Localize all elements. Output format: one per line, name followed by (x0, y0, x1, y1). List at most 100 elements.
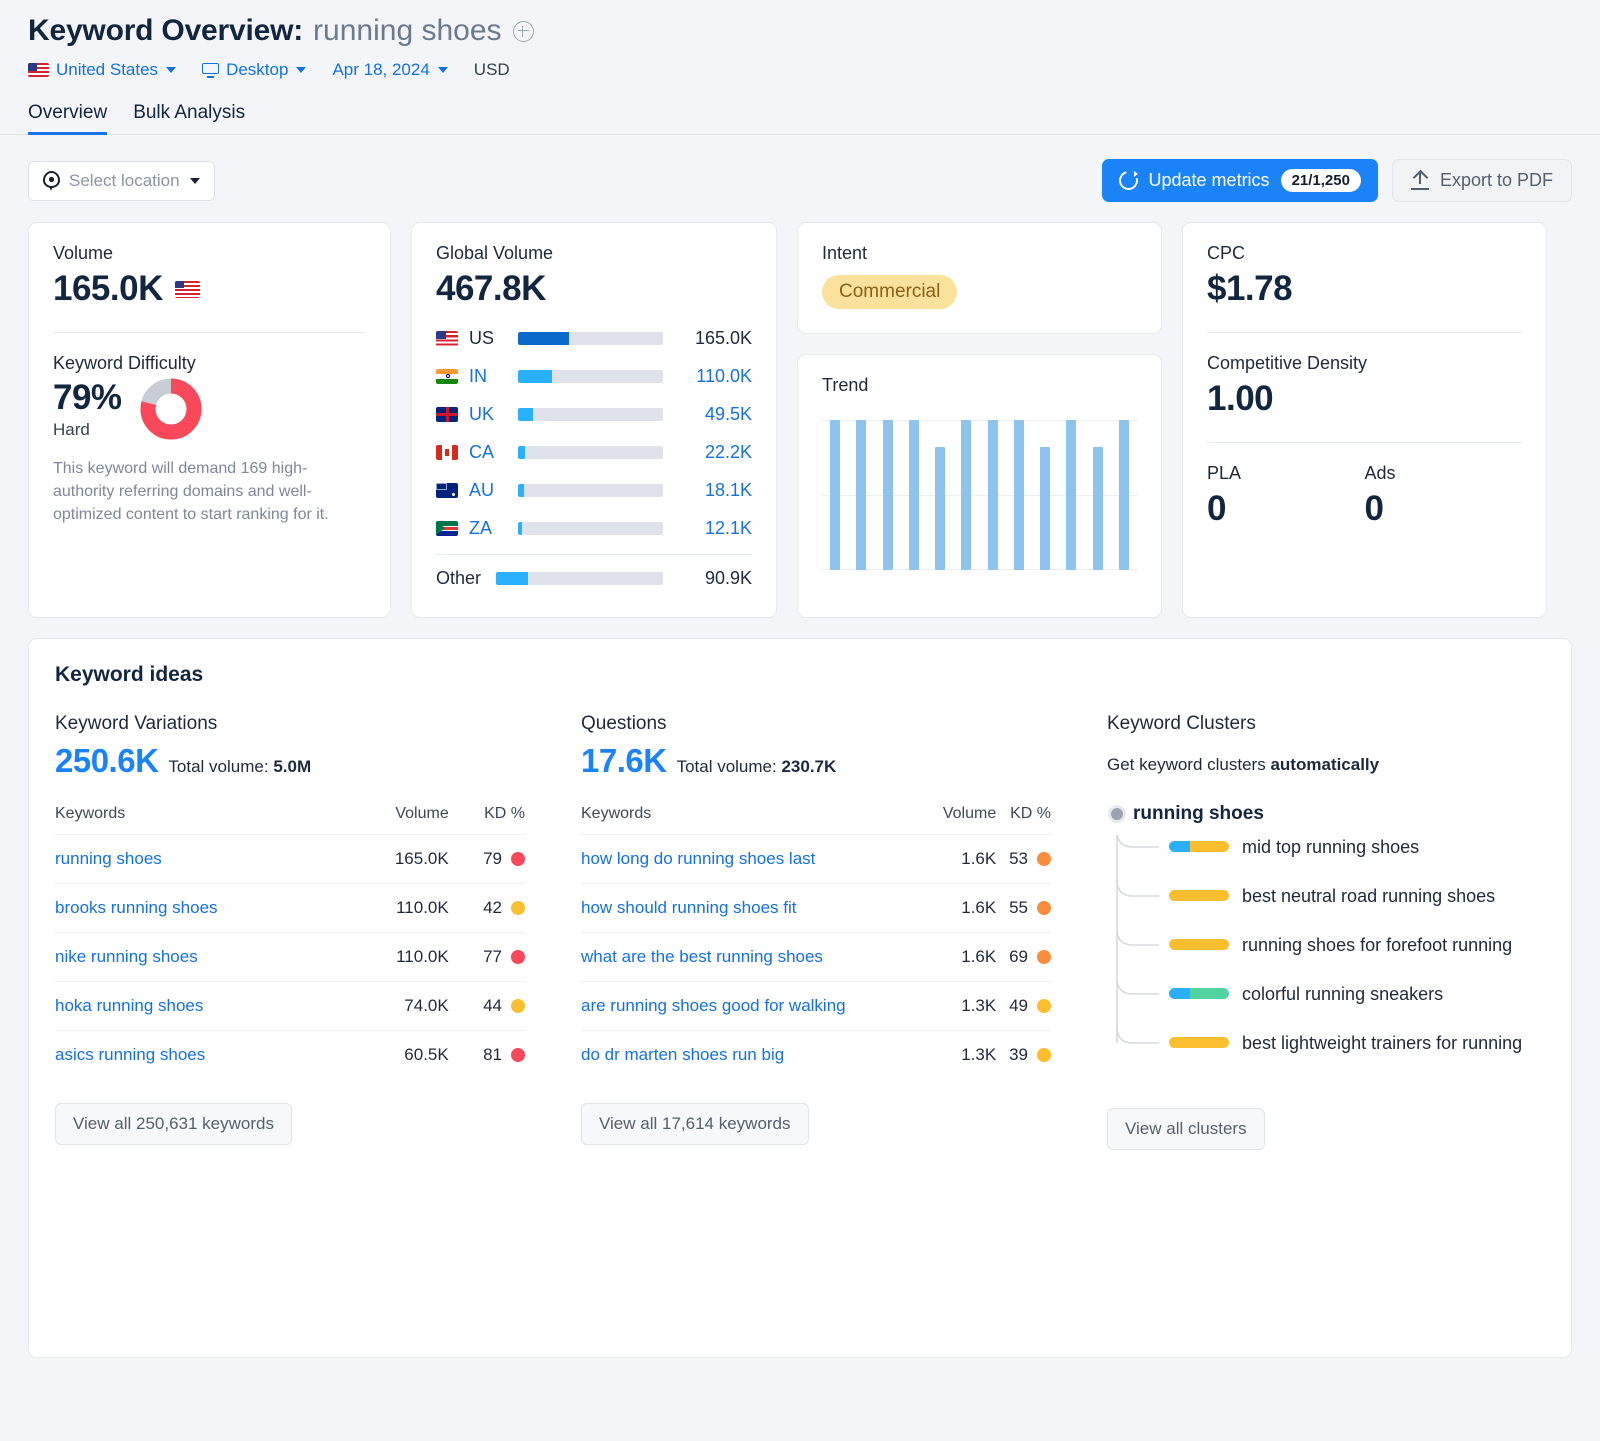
tab-overview[interactable]: Overview (28, 102, 108, 135)
global-volume-row[interactable]: ZA 12.1K (436, 509, 752, 547)
kd-status-dot-icon (1037, 901, 1051, 915)
kd-status-dot-icon (511, 950, 525, 964)
clusters-tree: running shoes mid top running shoes best … (1107, 803, 1545, 1080)
questions-summary: 17.6K Total volume: 230.7K (581, 742, 1051, 780)
keyword-overview-page: Keyword Overview: running shoes United S… (0, 0, 1600, 1441)
country-volume-value: 12.1K (704, 517, 752, 538)
view-all-questions-button[interactable]: View all 17,614 keywords (581, 1103, 809, 1145)
col-header-volume[interactable]: Volume (927, 805, 996, 835)
device-selector[interactable]: Desktop (202, 60, 307, 80)
chevron-down-icon (296, 67, 307, 73)
keyword-cell: how long do running shoes last (581, 835, 927, 884)
global-volume-row[interactable]: AU 18.1K (436, 471, 752, 509)
cluster-bar (1169, 890, 1229, 901)
global-volume-value: 467.8K (436, 269, 546, 308)
total-volume-value: 230.7K (781, 757, 837, 776)
kd-value: 55 (1009, 898, 1028, 917)
keyword-link[interactable]: are running shoes good for walking (581, 996, 846, 1015)
col-header-volume[interactable]: Volume (351, 805, 448, 835)
global-volume-row[interactable]: IN 110.0K (436, 357, 752, 395)
table-row[interactable]: what are the best running shoes 1.6K 69 (581, 932, 1051, 982)
cluster-root: running shoes (1107, 803, 1545, 825)
keyword-cell: do dr marten shoes run big (581, 1031, 927, 1080)
in-flag-icon (436, 368, 458, 384)
keyword-link[interactable]: running shoes (55, 849, 162, 868)
col-header-keywords[interactable]: Keywords (55, 805, 351, 835)
table-row[interactable]: brooks running shoes 110.0K 42 (55, 883, 525, 933)
competitive-density-label: Competitive Density (1207, 353, 1368, 373)
update-metrics-button[interactable]: Update metrics 21/1,250 (1101, 159, 1378, 202)
keyword-cell: brooks running shoes (55, 884, 351, 933)
update-metrics-count-badge: 21/1,250 (1280, 169, 1361, 192)
cluster-bar (1169, 1037, 1229, 1048)
ads-block: Ads 0 (1365, 463, 1523, 529)
us-flag-icon (28, 63, 49, 77)
keyword-link[interactable]: asics running shoes (55, 1045, 205, 1064)
trend-card: Trend (797, 354, 1162, 618)
plus-circle-icon[interactable] (512, 20, 534, 42)
keyword-link[interactable]: how should running shoes fit (581, 898, 796, 917)
col-header-kd[interactable]: KD % (449, 805, 525, 835)
select-location-dropdown[interactable]: Select location (28, 160, 215, 201)
table-row[interactable]: how long do running shoes last 1.6K 53 (581, 834, 1051, 884)
cluster-item[interactable]: best lightweight trainers for running (1107, 1031, 1545, 1080)
cluster-bar (1169, 939, 1229, 950)
trend-bars (830, 420, 1129, 570)
keyword-link[interactable]: nike running shoes (55, 947, 198, 966)
keyword-link[interactable]: what are the best running shoes (581, 947, 823, 966)
intent-trend-column: Intent Commercial Trend (797, 222, 1162, 618)
cluster-item[interactable]: colorful running sneakers (1107, 982, 1545, 1031)
table-row[interactable]: do dr marten shoes run big 1.3K 39 (581, 1030, 1051, 1080)
volume-bar-fill (518, 521, 522, 535)
cluster-bar-segment (1169, 988, 1190, 999)
col-header-keywords[interactable]: Keywords (581, 805, 927, 835)
trend-chart (822, 420, 1137, 570)
keyword-cell: nike running shoes (55, 933, 351, 982)
questions-count[interactable]: 17.6K (581, 742, 667, 780)
view-all-keywords-button[interactable]: View all 250,631 keywords (55, 1103, 292, 1145)
country-label: United States (56, 60, 159, 79)
volume-cell: 110.0K (396, 898, 449, 917)
ads-value: 0 (1364, 489, 1384, 528)
table-row[interactable]: running shoes 165.0K 79 (55, 834, 525, 884)
global-volume-row[interactable]: UK 49.5K (436, 395, 752, 433)
keyword-link[interactable]: do dr marten shoes run big (581, 1045, 784, 1064)
keyword-cell: asics running shoes (55, 1031, 351, 1080)
keyword-link[interactable]: hoka running shoes (55, 996, 203, 1015)
volume-bar-fill (518, 369, 553, 383)
total-volume-label: Total volume: (168, 757, 269, 776)
col-header-kd[interactable]: KD % (996, 805, 1051, 835)
questions-title: Questions (581, 713, 667, 734)
country-volume-value: 110.0K (696, 365, 752, 386)
cluster-item[interactable]: running shoes for forefoot running (1107, 933, 1545, 982)
table-row[interactable]: asics running shoes 60.5K 81 (55, 1030, 525, 1080)
cluster-item[interactable]: mid top running shoes (1107, 835, 1545, 884)
keyword-link[interactable]: how long do running shoes last (581, 849, 815, 868)
keyword-link[interactable]: brooks running shoes (55, 898, 218, 917)
table-row[interactable]: how should running shoes fit 1.6K 55 (581, 883, 1051, 933)
cluster-item[interactable]: best neutral road running shoes (1107, 884, 1545, 933)
country-selector[interactable]: United States (28, 60, 177, 80)
table-row[interactable]: hoka running shoes 74.0K 44 (55, 981, 525, 1031)
volume-cell: 1.6K (961, 898, 997, 917)
global-volume-row[interactable]: CA 22.2K (436, 433, 752, 471)
keyword-cell: are running shoes good for walking (581, 982, 927, 1031)
country-code-label: AU (469, 479, 495, 500)
view-all-clusters-button[interactable]: View all clusters (1107, 1108, 1265, 1150)
keyword-variations-total-volume: Total volume: 5.0M (168, 757, 311, 777)
intent-badge[interactable]: Commercial (822, 275, 958, 309)
volume-cell: 1.6K (961, 849, 997, 868)
table-row[interactable]: are running shoes good for walking 1.3K 49 (581, 981, 1051, 1031)
trend-bar (1092, 447, 1103, 570)
tab-bulk-analysis[interactable]: Bulk Analysis (133, 102, 245, 134)
export-to-pdf-button[interactable]: Export to PDF (1391, 159, 1572, 202)
trend-bar (856, 420, 867, 570)
keyword-variations-summary: 250.6K Total volume: 5.0M (55, 742, 525, 780)
date-selector[interactable]: Apr 18, 2024 (332, 60, 448, 80)
kd-status-dot-icon (1037, 999, 1051, 1013)
table-row[interactable]: nike running shoes 110.0K 77 (55, 932, 525, 982)
refresh-icon (1115, 167, 1141, 194)
keyword-variations-count[interactable]: 250.6K (55, 742, 159, 780)
kd-status-dot-icon (511, 1048, 525, 1062)
global-volume-row[interactable]: US 165.0K (436, 319, 752, 357)
